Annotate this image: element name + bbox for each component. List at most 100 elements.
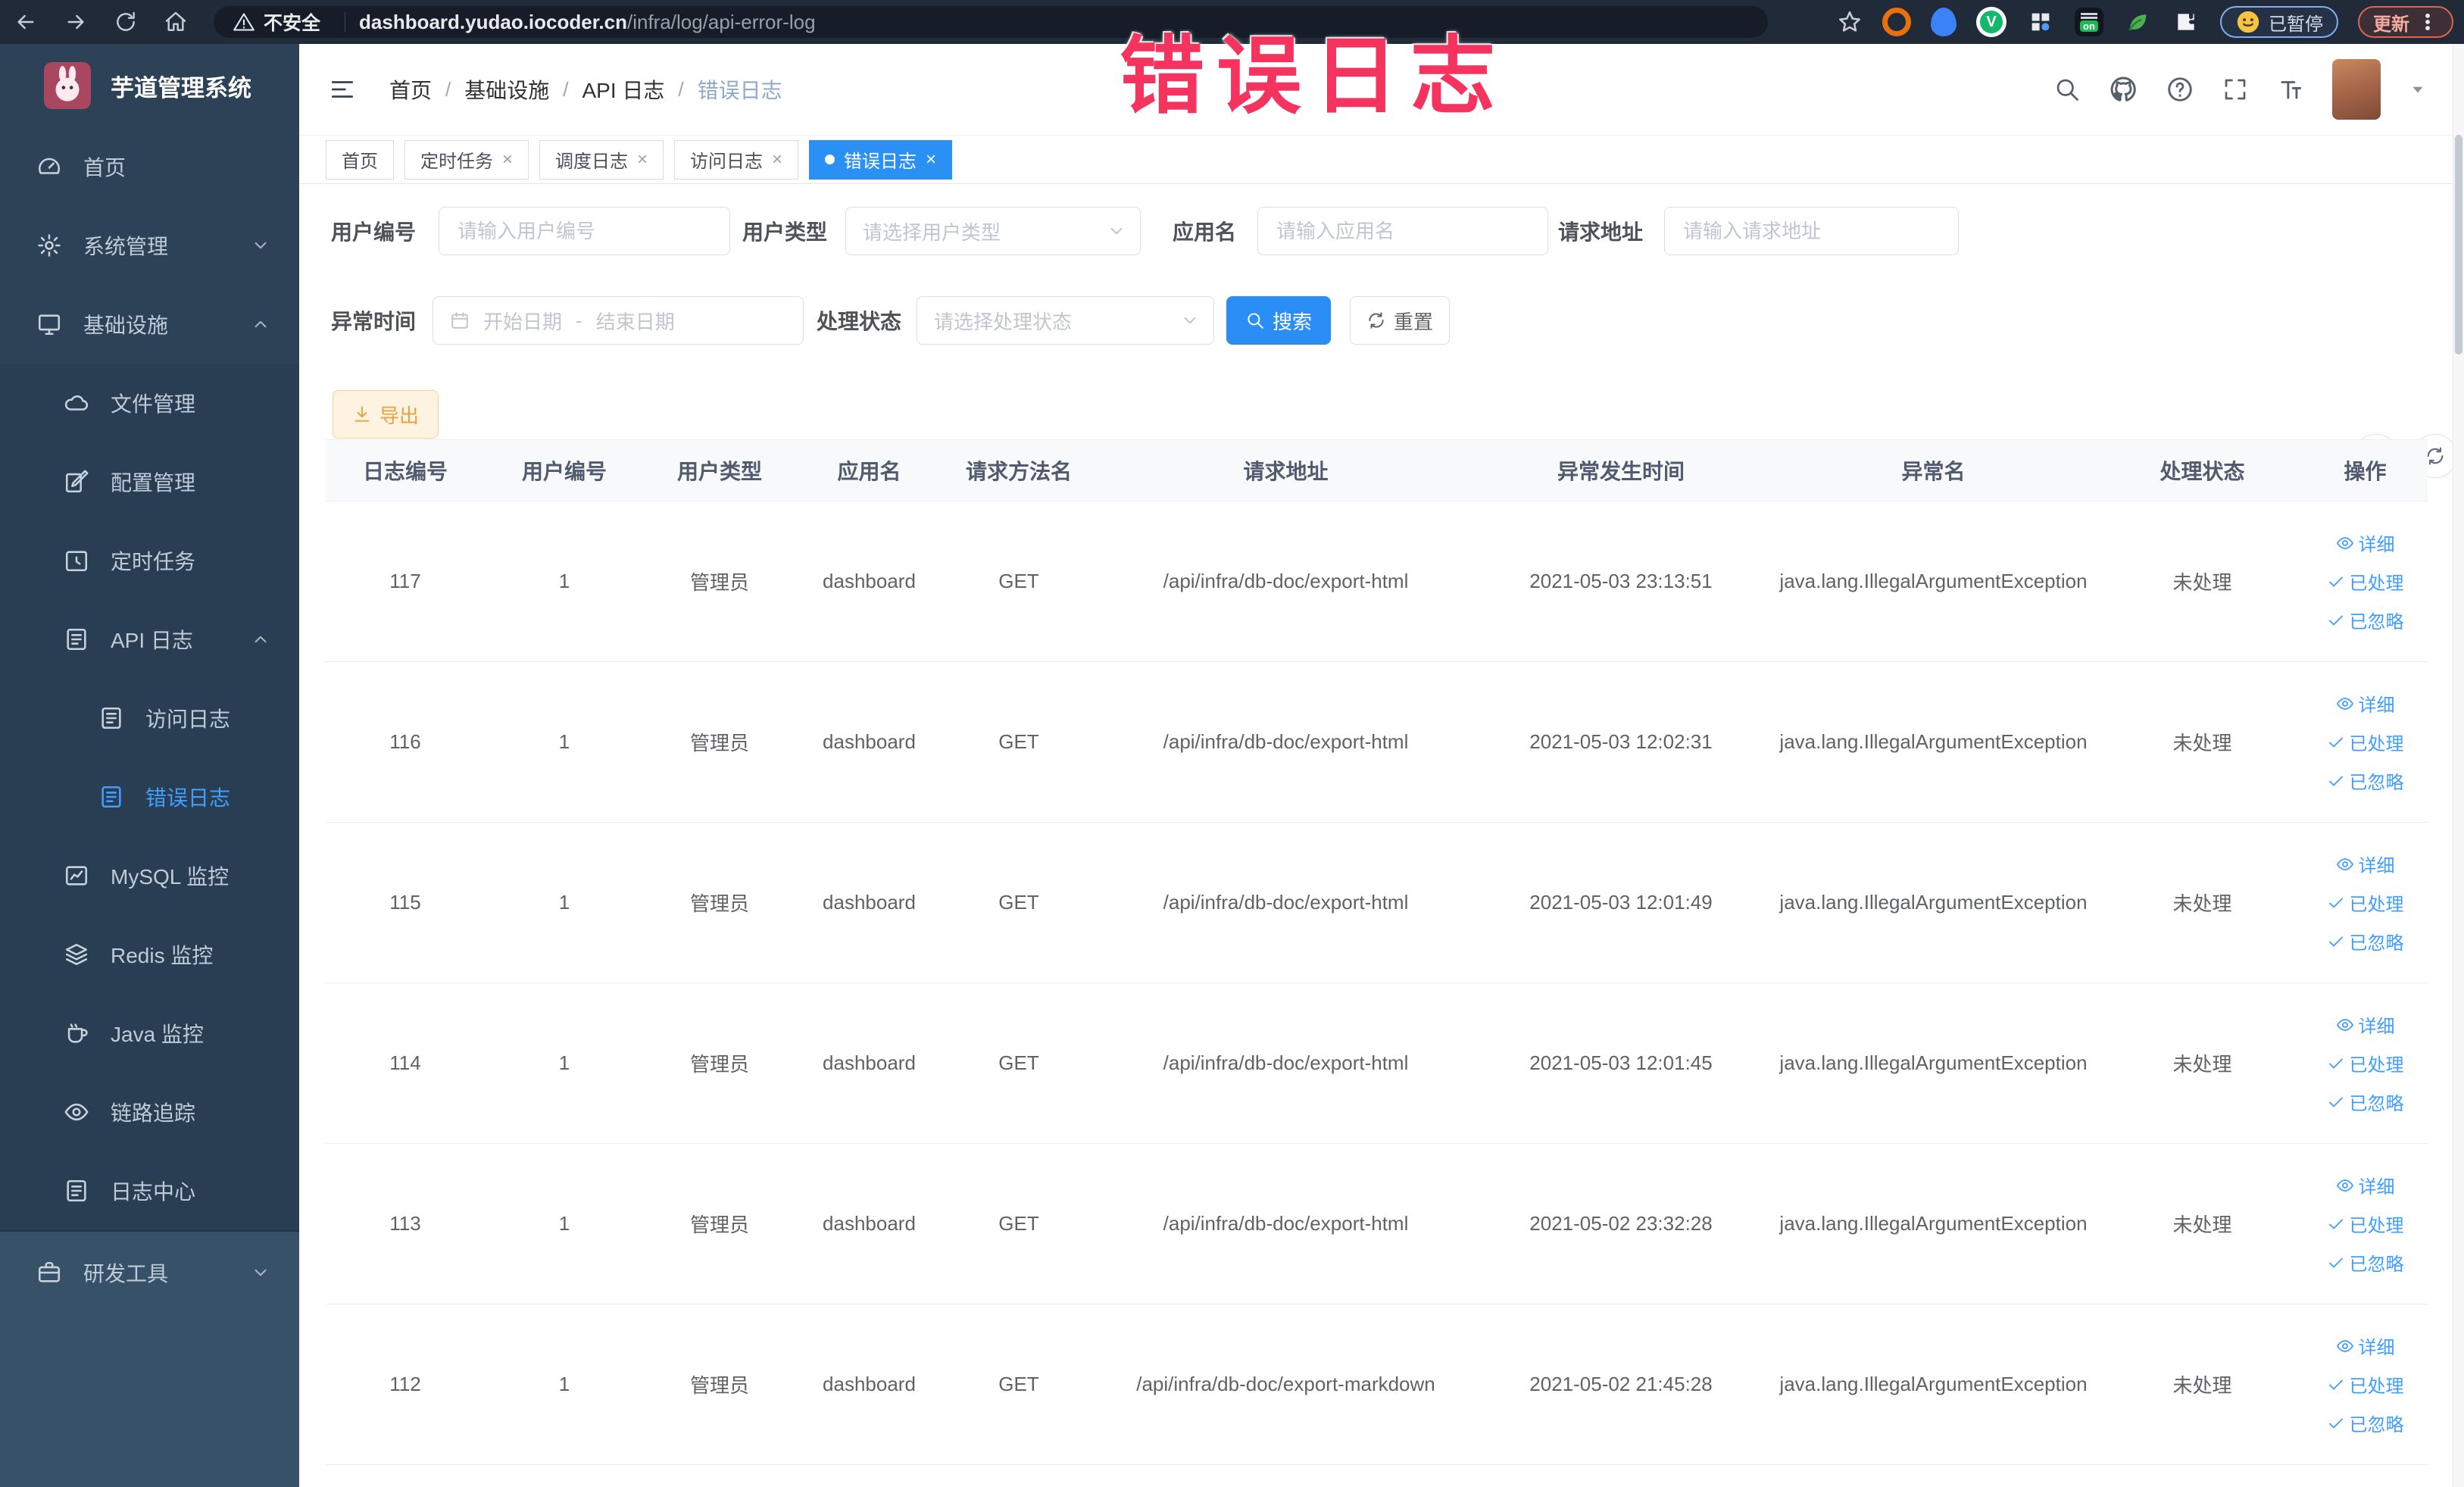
detail-link[interactable]: 详细 [2336, 1332, 2395, 1359]
check-icon [2327, 932, 2345, 951]
breadcrumb-api-log[interactable]: API 日志 [582, 74, 665, 105]
tab-error-log[interactable]: 错误日志 × [809, 139, 953, 180]
ignored-link[interactable]: 已忽略 [2327, 1410, 2404, 1436]
user-type-select[interactable]: 请选择用户类型 [845, 207, 1141, 255]
sidebar-item-access-log[interactable]: 访问日志 [0, 679, 299, 758]
search-button[interactable]: 搜索 [1226, 296, 1331, 345]
browser-forward-icon[interactable] [59, 5, 92, 39]
security-label[interactable]: 不安全 [264, 8, 320, 36]
breadcrumb-home[interactable]: 首页 [389, 74, 432, 105]
ignored-link[interactable]: 已忽略 [2327, 607, 2404, 633]
extension-icon-on-badge[interactable]: on [2075, 8, 2103, 36]
edit-icon [64, 469, 89, 495]
browser-home-icon[interactable] [159, 5, 192, 39]
extension-icon-puzzle[interactable] [2172, 8, 2200, 36]
extension-icon-green-v[interactable]: V [1976, 7, 2006, 37]
processed-link[interactable]: 已处理 [2327, 568, 2404, 595]
app-name-field[interactable] [1257, 207, 1548, 255]
sidebar-logo[interactable]: 芋道管理系统 [0, 44, 299, 127]
ignored-link[interactable]: 已忽略 [2327, 767, 2404, 794]
tab-schedule-log[interactable]: 调度日志 × [539, 139, 664, 180]
check-icon [2327, 894, 2345, 912]
update-label: 更新 [2373, 14, 2409, 35]
processed-link[interactable]: 已处理 [2327, 889, 2404, 916]
address-bar[interactable]: 不安全 dashboard.yudao.iocoder.cn/infra/log… [214, 6, 1768, 38]
filter-row-1: 用户编号 用户类型 请选择用户类型 应用名 请求地址 [299, 206, 2464, 256]
bookmark-star-icon[interactable] [1837, 9, 1863, 35]
extension-icon-blue-shield[interactable] [1931, 8, 1957, 36]
cell-log-id: 114 [389, 1051, 421, 1074]
process-status-label: 处理状态 [817, 310, 902, 333]
tab-scheduled-jobs[interactable]: 定时任务 × [404, 139, 529, 180]
scrollbar-thumb[interactable] [2455, 135, 2462, 355]
ignored-link[interactable]: 已忽略 [2327, 1089, 2404, 1115]
sidebar-item-java-monitor[interactable]: Java 监控 [0, 994, 299, 1073]
page-scrollbar [2453, 44, 2464, 1487]
user-id-field[interactable] [439, 207, 730, 255]
sidebar-item-redis-monitor[interactable]: Redis 监控 [0, 915, 299, 994]
close-tab-icon[interactable]: × [926, 149, 936, 170]
profile-avatar-emoji-icon [2235, 9, 2261, 35]
cell-log-id: 112 [389, 1373, 421, 1395]
detail-link[interactable]: 详细 [2336, 690, 2395, 717]
tab-access-log[interactable]: 访问日志 × [674, 139, 799, 180]
processed-link[interactable]: 已处理 [2327, 1050, 2404, 1076]
request-url-field[interactable] [1664, 207, 1959, 255]
browser-update-button[interactable]: 更新 [2358, 6, 2453, 38]
processed-link[interactable]: 已处理 [2327, 1211, 2404, 1237]
sidebar-item-config-manage[interactable]: 配置管理 [0, 442, 299, 521]
cell-time: 2021-05-03 12:01:49 [1529, 891, 1713, 914]
detail-link[interactable]: 详细 [2336, 530, 2395, 556]
cell-time: 2021-05-03 23:13:51 [1529, 570, 1713, 592]
download-icon [352, 405, 372, 424]
close-tab-icon[interactable]: × [637, 149, 648, 170]
sidebar-item-error-log[interactable]: 错误日志 [0, 758, 299, 836]
sidebar-item-home[interactable]: 首页 [0, 127, 299, 206]
font-size-icon[interactable] [2276, 75, 2305, 104]
extension-icon-leaf[interactable] [2123, 8, 2152, 36]
process-status-select[interactable]: 请选择处理状态 [917, 296, 1214, 345]
sidebar-toggle-icon[interactable] [326, 73, 359, 106]
request-url-input[interactable] [1682, 218, 1941, 244]
user-id-input[interactable] [456, 218, 713, 244]
detail-link[interactable]: 详细 [2336, 1172, 2395, 1198]
sidebar-item-scheduled-jobs[interactable]: 定时任务 [0, 521, 299, 600]
ignored-link[interactable]: 已忽略 [2327, 928, 2404, 954]
ignored-link[interactable]: 已忽略 [2327, 1249, 2404, 1276]
close-tab-icon[interactable]: × [502, 149, 513, 170]
user-avatar[interactable] [2332, 59, 2381, 120]
github-icon[interactable] [2108, 74, 2138, 105]
app-name-input[interactable] [1275, 218, 1531, 244]
processed-link[interactable]: 已处理 [2327, 729, 2404, 755]
reset-button[interactable]: 重置 [1350, 296, 1450, 345]
processed-link[interactable]: 已处理 [2327, 1371, 2404, 1398]
export-button[interactable]: 导出 [333, 390, 439, 439]
caret-down-icon[interactable] [2408, 80, 2428, 99]
sidebar-item-file-manage[interactable]: 文件管理 [0, 364, 299, 442]
detail-link[interactable]: 详细 [2336, 1011, 2395, 1038]
sidebar-item-tracing[interactable]: 链路追踪 [0, 1073, 299, 1151]
detail-link[interactable]: 详细 [2336, 851, 2395, 877]
browser-back-icon[interactable] [9, 5, 42, 39]
browser-reload-icon[interactable] [109, 5, 142, 39]
extension-icon-grid[interactable] [2026, 8, 2055, 36]
breadcrumb-infra[interactable]: 基础设施 [464, 74, 549, 105]
close-tab-icon[interactable]: × [772, 149, 782, 170]
sidebar-item-log-center[interactable]: 日志中心 [0, 1151, 299, 1230]
sidebar-item-system[interactable]: 系统管理 [0, 206, 299, 285]
help-icon[interactable] [2166, 75, 2194, 104]
column-header-log-id: 日志编号 [362, 460, 448, 483]
sidebar-item-mysql-monitor[interactable]: MySQL 监控 [0, 836, 299, 915]
document-icon [64, 626, 89, 652]
browser-menu-dots-icon[interactable] [2417, 11, 2438, 33]
exception-time-range-picker[interactable]: 开始日期 - 结束日期 [433, 296, 804, 345]
sidebar-item-infra[interactable]: 基础设施 [0, 285, 299, 364]
sidebar-item-devtools[interactable]: 研发工具 [0, 1232, 299, 1314]
tab-home[interactable]: 首页 [326, 139, 394, 180]
sidebar-item-api-log[interactable]: API 日志 [0, 600, 299, 679]
search-icon[interactable] [2053, 76, 2081, 103]
extension-icon-orange-ring[interactable] [1882, 8, 1911, 36]
fullscreen-icon[interactable] [2222, 76, 2249, 103]
cell-url: /api/infra/db-doc/export-html [1163, 730, 1409, 753]
profile-paused-chip[interactable]: 已暂停 [2220, 6, 2338, 38]
